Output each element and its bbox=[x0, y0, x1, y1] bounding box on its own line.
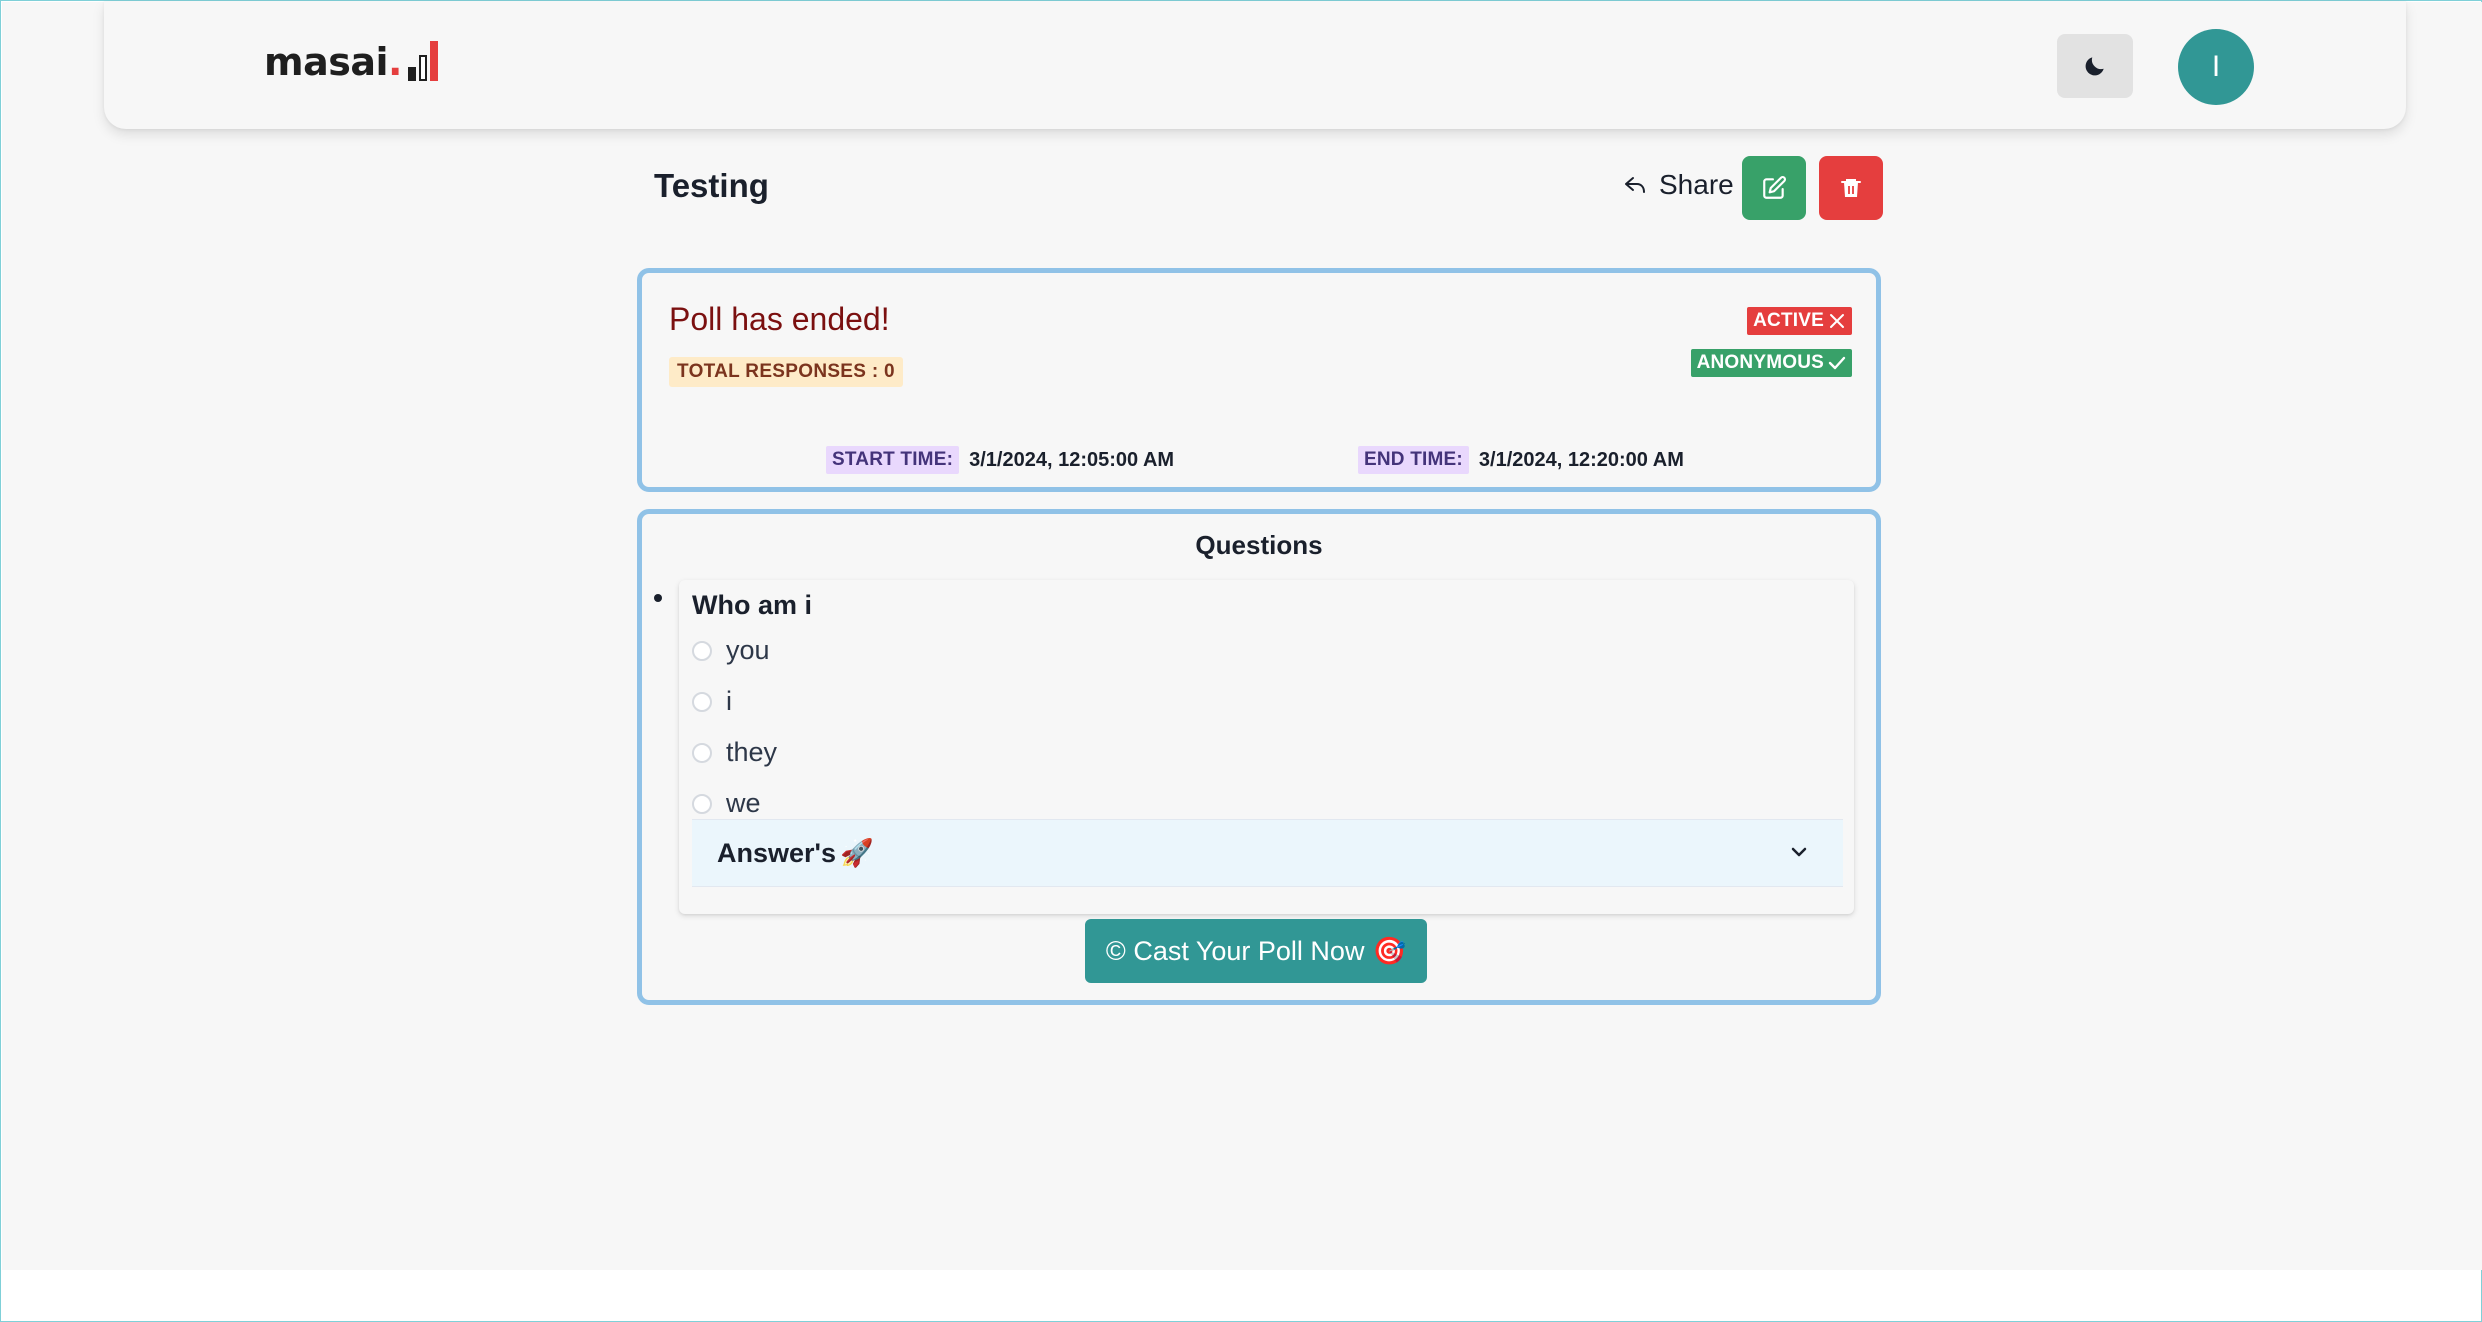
radio-button[interactable] bbox=[692, 742, 712, 763]
poll-status-message: Poll has ended! bbox=[669, 301, 890, 337]
start-time: START TIME: 3/1/2024, 12:05:00 AM bbox=[826, 446, 1174, 474]
share-button[interactable]: Share bbox=[1623, 169, 1734, 201]
option-we[interactable]: we bbox=[692, 788, 761, 819]
total-responses-badge: TOTAL RESPONSES : 0 bbox=[669, 357, 903, 387]
close-icon bbox=[1830, 314, 1844, 328]
question-item: Who am i you i they we Answer's 🚀 bbox=[679, 580, 1854, 914]
option-you[interactable]: you bbox=[692, 635, 770, 666]
question-text: Who am i bbox=[692, 590, 812, 620]
radio-button[interactable] bbox=[692, 640, 712, 661]
end-time-value: 3/1/2024, 12:20:00 AM bbox=[1478, 448, 1684, 471]
share-label: Share bbox=[1659, 169, 1734, 200]
edit-icon bbox=[1763, 176, 1786, 199]
anonymous-badge-label: ANONYMOUS bbox=[1696, 352, 1824, 373]
anonymous-status-badge: ANONYMOUS bbox=[1690, 349, 1852, 377]
logo-bars-icon bbox=[407, 39, 438, 81]
logo-text: masai. bbox=[264, 40, 402, 84]
check-icon bbox=[1828, 356, 1846, 370]
option-label: you bbox=[726, 635, 770, 665]
trash-icon bbox=[1841, 179, 1861, 197]
poll-status-card: Poll has ended! TOTAL RESPONSES : 0 ACTI… bbox=[637, 268, 1881, 492]
option-they[interactable]: they bbox=[692, 737, 777, 768]
start-time-label: START TIME: bbox=[826, 446, 960, 474]
browser-viewport: masai. I Testing Share Poll has ended! T… bbox=[0, 0, 2482, 1322]
active-status-badge: ACTIVE bbox=[1747, 307, 1852, 335]
user-avatar[interactable]: I bbox=[2178, 29, 2254, 105]
option-label: they bbox=[726, 737, 778, 767]
target-icon: 🎯 bbox=[1372, 936, 1407, 966]
questions-heading: Questions bbox=[1195, 530, 1323, 560]
start-time-value: 3/1/2024, 12:05:00 AM bbox=[969, 448, 1175, 471]
questions-card: Questions Who am i you i they we Answer'… bbox=[637, 509, 1881, 1005]
rocket-icon: 🚀 bbox=[839, 838, 874, 868]
radio-button[interactable] bbox=[692, 793, 712, 814]
masai-logo[interactable]: masai. bbox=[264, 39, 438, 81]
avatar-initial: I bbox=[2211, 50, 2221, 83]
theme-toggle-button[interactable] bbox=[2057, 34, 2133, 98]
share-icon bbox=[1625, 177, 1645, 193]
active-badge-label: ACTIVE bbox=[1753, 310, 1824, 331]
end-time: END TIME: 3/1/2024, 12:20:00 AM bbox=[1358, 446, 1684, 474]
option-label: we bbox=[726, 788, 761, 818]
cast-poll-button[interactable]: © Cast Your Poll Now 🎯 bbox=[1085, 919, 1427, 983]
cast-poll-label: © Cast Your Poll Now bbox=[1105, 935, 1365, 966]
answers-label: Answer's 🚀 bbox=[717, 837, 874, 869]
moon-icon bbox=[2085, 57, 2104, 76]
chevron-down-icon bbox=[1791, 847, 1807, 857]
list-bullet bbox=[654, 594, 662, 602]
edit-poll-button[interactable] bbox=[1742, 156, 1806, 220]
poll-title: Testing bbox=[654, 167, 769, 204]
top-navbar: masai. I bbox=[104, 1, 2406, 129]
option-label: i bbox=[726, 686, 732, 716]
answers-accordion[interactable]: Answer's 🚀 bbox=[692, 819, 1843, 887]
delete-poll-button[interactable] bbox=[1819, 156, 1883, 220]
option-i[interactable]: i bbox=[692, 686, 732, 717]
radio-button[interactable] bbox=[692, 691, 712, 712]
end-time-label: END TIME: bbox=[1358, 446, 1469, 474]
